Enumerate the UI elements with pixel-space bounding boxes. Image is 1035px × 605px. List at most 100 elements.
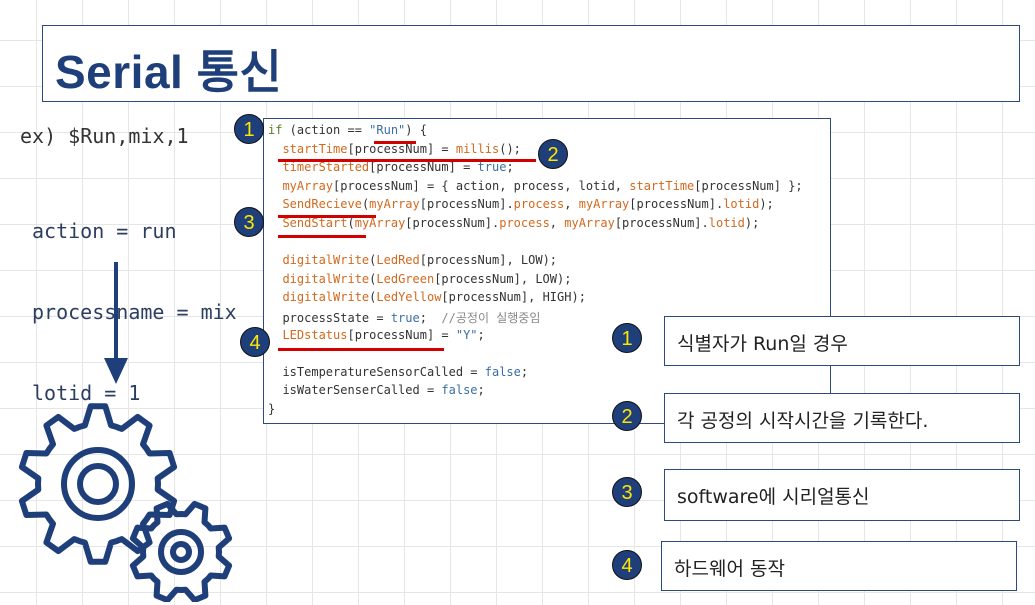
param-action: action = run bbox=[32, 219, 177, 243]
code-line: isTemperatureSensorCalled = false; bbox=[268, 365, 528, 379]
code-token: timerStarted bbox=[282, 160, 370, 175]
code-token: ; bbox=[506, 160, 514, 175]
code-token: false bbox=[441, 383, 478, 398]
code-token: LedYellow bbox=[376, 290, 442, 305]
desc-box-3: software에 시리얼통신 bbox=[664, 469, 1020, 521]
desc-text-3: software에 시리얼통신 bbox=[677, 486, 870, 508]
code-line: SendStart(myArray[processNum].process, m… bbox=[268, 216, 759, 230]
code-token: isWaterSenserCalled = bbox=[268, 383, 442, 398]
code-line: digitalWrite(LedYellow[processNum], HIGH… bbox=[268, 290, 586, 305]
underline-run bbox=[374, 141, 416, 144]
code-token: LedGreen bbox=[376, 271, 435, 286]
code-token: myArray bbox=[282, 178, 334, 193]
code-token: true bbox=[390, 311, 420, 325]
desc-text-2: 각 공정의 시작시간을 기록한다. bbox=[677, 410, 929, 432]
code-token: [processNum] = bbox=[369, 160, 478, 175]
code-line: timerStarted[processNum] = true; bbox=[268, 160, 514, 175]
code-line: LEDstatus[processNum] = "Y"; bbox=[268, 327, 485, 342]
page-title: Serial 통신 bbox=[55, 46, 283, 98]
code-token: [processNum]. bbox=[405, 216, 500, 230]
arrow-head-icon bbox=[104, 358, 128, 384]
code-token: [processNum]. bbox=[419, 197, 514, 212]
code-token: (); bbox=[499, 141, 521, 156]
code-token: [processNum]. bbox=[629, 197, 724, 212]
code-badge-1: 1 bbox=[234, 114, 264, 144]
desc-text-4: 하드웨어 동작 bbox=[674, 558, 785, 580]
desc-badge-2: 2 bbox=[612, 401, 642, 431]
code-line: if (action == "Run") { bbox=[268, 123, 427, 137]
code-token: myArray bbox=[564, 216, 615, 230]
code-token: digitalWrite bbox=[282, 253, 370, 268]
code-token: SendStart bbox=[282, 216, 348, 230]
gears-icon bbox=[18, 403, 233, 602]
code-token: lotid bbox=[723, 197, 760, 212]
code-line: } bbox=[268, 402, 275, 416]
code-token: "Y" bbox=[455, 327, 478, 342]
code-token: "Run" bbox=[369, 123, 406, 137]
code-token: [processNum], LOW); bbox=[434, 271, 572, 286]
code-token: ; bbox=[419, 311, 442, 325]
code-token: process bbox=[499, 216, 550, 230]
code-token: isTemperatureSensorCalled = bbox=[268, 364, 485, 379]
code-token: ; bbox=[520, 364, 529, 379]
code-token: if bbox=[268, 123, 283, 137]
desc-badge-1: 1 bbox=[612, 323, 642, 353]
code-token: ; bbox=[477, 327, 485, 342]
example-command: ex) $Run,mix,1 bbox=[20, 124, 189, 148]
desc-box-2: 각 공정의 시작시간을 기록한다. bbox=[664, 393, 1020, 443]
code-token: process bbox=[513, 197, 565, 212]
code-token: , bbox=[549, 216, 565, 230]
code-token: millis bbox=[455, 141, 500, 156]
code-line: digitalWrite(LedGreen[processNum], LOW); bbox=[268, 272, 571, 286]
code-token: myArray bbox=[354, 216, 406, 230]
desc-badge-3: 3 bbox=[612, 477, 642, 507]
code-token: digitalWrite bbox=[282, 290, 370, 305]
code-token: [processNum] = bbox=[347, 327, 456, 342]
code-token: ) { bbox=[405, 123, 427, 137]
underline-ledstatus bbox=[278, 348, 444, 351]
code-token: true bbox=[477, 160, 507, 175]
code-badge-4: 4 bbox=[240, 327, 270, 357]
code-token: LEDstatus bbox=[282, 327, 348, 342]
code-token: lotid bbox=[708, 216, 745, 230]
down-arrow-icon bbox=[114, 262, 118, 362]
desc-box-4: 하드웨어 동작 bbox=[661, 541, 1017, 591]
underline-starttime bbox=[278, 159, 536, 162]
title-box: Serial 통신 bbox=[42, 25, 1020, 102]
code-token: ( bbox=[347, 216, 355, 230]
code-token: ); bbox=[759, 197, 774, 212]
underline-sendstart bbox=[278, 235, 366, 238]
code-line: isWaterSenserCalled = false; bbox=[268, 383, 484, 398]
code-token: [processNum], LOW); bbox=[419, 253, 558, 268]
desc-text-1: 식별자가 Run일 경우 bbox=[677, 333, 848, 355]
desc-box-1: 식별자가 Run일 경우 bbox=[664, 316, 1020, 366]
code-token: LedRed bbox=[376, 253, 420, 268]
code-token: startTime bbox=[282, 141, 348, 156]
code-token: } bbox=[268, 402, 276, 416]
code-token: ); bbox=[744, 216, 760, 230]
code-token: [processNum], HIGH); bbox=[441, 290, 586, 305]
code-token: [processNum] }; bbox=[694, 178, 803, 193]
code-token: , bbox=[564, 197, 579, 212]
code-line: SendRecieve(myArray[processNum].process,… bbox=[268, 197, 774, 212]
code-token: processState = bbox=[268, 311, 391, 325]
underline-sendrecieve bbox=[278, 215, 376, 218]
code-token: startTime bbox=[629, 178, 695, 193]
code-line: myArray[processNum] = { action, process,… bbox=[268, 178, 803, 193]
code-token: digitalWrite bbox=[282, 271, 370, 286]
code-token: (action == bbox=[282, 123, 370, 137]
code-badge-2: 2 bbox=[538, 139, 568, 169]
code-badge-3: 3 bbox=[234, 207, 264, 237]
code-token: //공정이 실행중임 bbox=[441, 311, 541, 325]
code-token: SendRecieve bbox=[282, 197, 362, 212]
code-token: false bbox=[484, 364, 521, 379]
code-token: [processNum]. bbox=[614, 216, 709, 230]
